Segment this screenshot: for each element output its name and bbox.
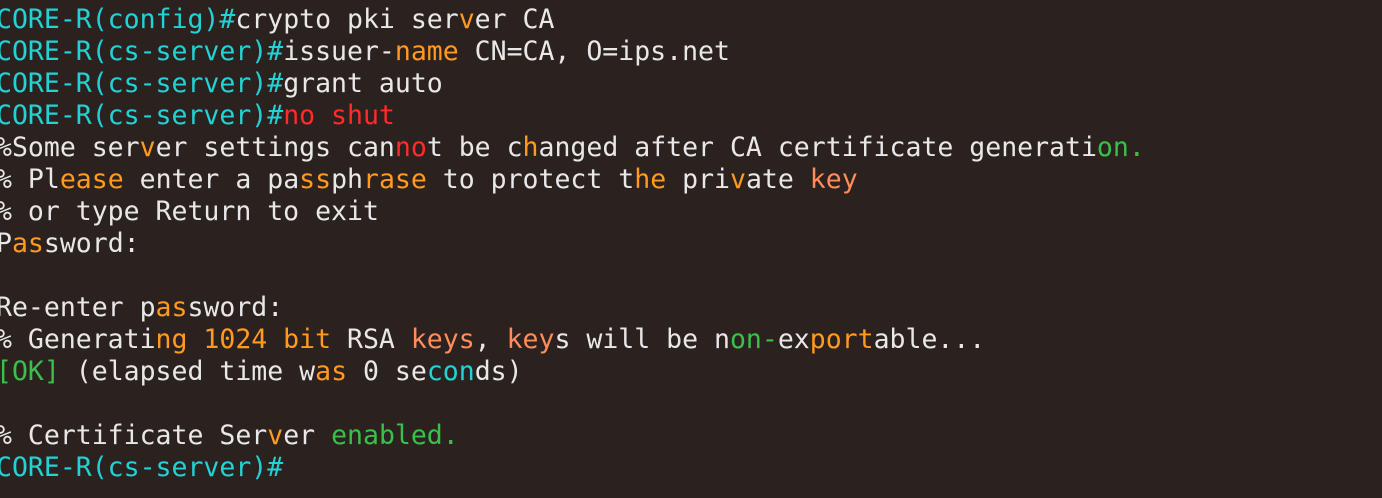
text-segment: crypto pki ser <box>235 4 459 35</box>
line-crypto-pki-server: CORE-R(config)#crypto pki server CA <box>0 4 1382 36</box>
line-blank-1 <box>0 260 1382 292</box>
text-segment: 0 se <box>347 356 427 387</box>
line-grant-auto: CORE-R(cs-server)#grant auto <box>0 68 1382 100</box>
text-segment: [OK] <box>0 356 60 387</box>
text-segment: as <box>315 356 348 387</box>
text-segment: to protect t <box>426 164 635 195</box>
text-segment: issuer- <box>283 36 395 67</box>
text-segment: v <box>730 164 746 195</box>
text-segment: (elapsed time w <box>59 356 316 387</box>
text-segment: grant auto <box>283 68 443 99</box>
text-segment: no <box>394 132 427 163</box>
line-password: Password: <box>0 228 1382 260</box>
text-segment: % Certificate Ser <box>0 420 268 451</box>
text-segment: ph <box>331 164 363 195</box>
text-segment: ss <box>299 164 332 195</box>
text-segment: key <box>506 324 555 355</box>
text-segment: as <box>155 292 188 323</box>
text-segment: on- <box>729 324 778 355</box>
line-issuer-name: CORE-R(cs-server)#issuer-name CN=CA, O=i… <box>0 36 1382 68</box>
line-blank-2 <box>0 388 1382 420</box>
text-segment: sword: <box>187 292 284 323</box>
text-segment: v <box>458 4 475 35</box>
terminal-output[interactable]: CORE-R(config)#crypto pki server CA CORE-… <box>0 0 1382 498</box>
text-segment: ease <box>59 164 124 195</box>
text-segment: er settings can <box>155 132 395 163</box>
text-segment: enabled. <box>331 420 459 451</box>
text-segment: %Some ser <box>0 132 140 163</box>
text-segment: ex <box>777 324 810 355</box>
line-settings-warning: %Some server settings cannot be changed … <box>0 132 1382 164</box>
text-segment: CORE-R(cs-server)# <box>0 452 284 483</box>
text-segment: s will be n <box>554 324 730 355</box>
text-segment: name <box>394 36 459 67</box>
text-segment: rase <box>363 164 427 195</box>
text-segment: CORE-R(cs-server)# <box>0 36 284 67</box>
text-segment: % Pl <box>0 164 60 195</box>
text-segment: able... <box>873 324 986 355</box>
line-final-prompt: CORE-R(cs-server)# <box>0 452 1382 484</box>
text-segment: pri <box>666 164 730 195</box>
text-segment: CORE-R(config)# <box>0 4 236 35</box>
text-segment: Re-enter p <box>0 292 156 323</box>
text-segment: RSA <box>331 324 411 355</box>
text-segment: P <box>0 228 12 259</box>
text-segment: keys <box>410 324 475 355</box>
text-segment: v <box>139 132 156 163</box>
text-segment: sword: <box>43 228 140 259</box>
text-segment: ate <box>745 164 810 195</box>
line-generating-keys: % Generating 1024 bit RSA keys, keys wil… <box>0 324 1382 356</box>
text-segment: anged after CA certificate generati <box>538 132 1097 163</box>
text-segment: he <box>634 164 667 195</box>
text-segment: , <box>474 324 507 355</box>
text-segment: CORE-R(cs-server)# <box>0 100 284 131</box>
text-segment: CN=CA, O=ips.net <box>458 36 730 67</box>
text-segment: key <box>809 164 858 195</box>
text-segment: ds) <box>474 356 523 387</box>
text-segment: er CA <box>474 4 555 35</box>
line-or-return: % or type Return to exit <box>0 196 1382 228</box>
text-segment: on. <box>1096 132 1145 163</box>
text-segment: % Generati <box>0 324 156 355</box>
line-reenter-password: Re-enter password: <box>0 292 1382 324</box>
text-segment: no shut <box>283 100 395 131</box>
text-segment: h <box>522 132 539 163</box>
text-segment: % or type Return to exit <box>0 196 379 227</box>
text-segment: CORE-R(cs-server)# <box>0 68 284 99</box>
text-segment: port <box>809 324 874 355</box>
text-segment: er <box>283 420 332 451</box>
line-passphrase-prompt: % Please enter a passphrase to protect t… <box>0 164 1382 196</box>
line-cert-server-enabled: % Certificate Server enabled. <box>0 420 1382 452</box>
text-segment: t be c <box>426 132 523 163</box>
text-segment: as <box>11 228 44 259</box>
text-segment: v <box>267 420 284 451</box>
text-segment: ng 1024 bit <box>155 324 332 355</box>
text-segment: enter a pa <box>123 164 300 195</box>
line-no-shut: CORE-R(cs-server)#no shut <box>0 100 1382 132</box>
text-segment: con <box>426 356 475 387</box>
line-ok-elapsed: [OK] (elapsed time was 0 seconds) <box>0 356 1382 388</box>
